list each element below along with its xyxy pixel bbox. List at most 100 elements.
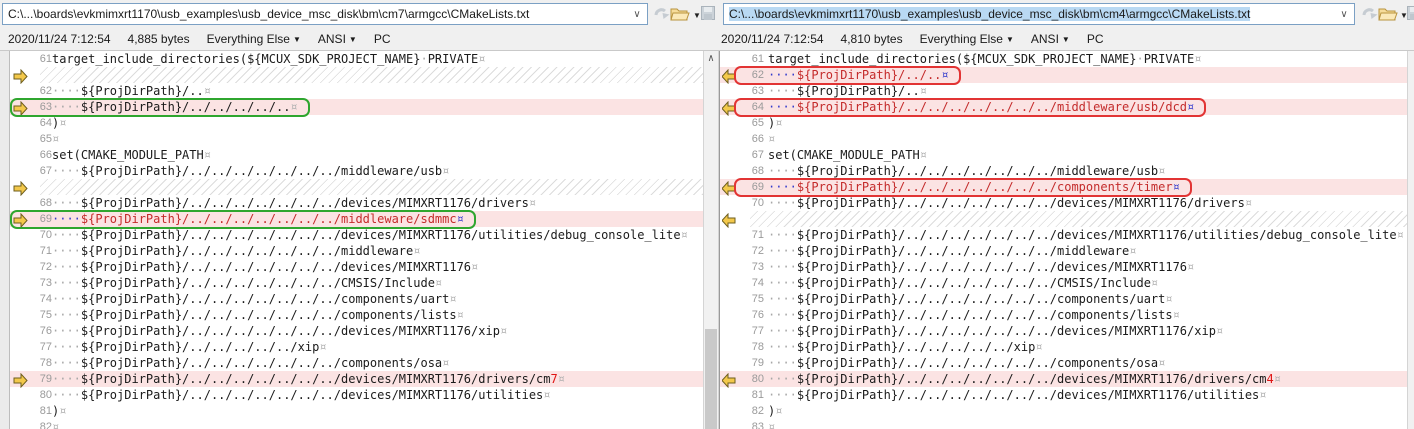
- code-line[interactable]: 69····${ProjDirPath}/../../../../../../.…: [10, 211, 703, 227]
- code-line[interactable]: 72····${ProjDirPath}/../../../../../../.…: [720, 243, 1407, 259]
- combo-dropdown-icon-right[interactable]: ∨: [1334, 9, 1354, 20]
- save-icon-right[interactable]: [1407, 6, 1414, 25]
- folder-glyph: [1378, 6, 1398, 21]
- code-text: ····${ProjDirPath}/../../../../../../../…: [52, 259, 478, 275]
- code-line[interactable]: 74····${ProjDirPath}/../../../../../../.…: [10, 291, 703, 307]
- merge-arrow-icon[interactable]: [722, 101, 737, 120]
- merge-arrow-icon[interactable]: [13, 213, 28, 232]
- filter-dropdown-right[interactable]: Everything Else▼: [920, 32, 1014, 46]
- line-number: 62: [24, 83, 52, 99]
- missing-line-placeholder[interactable]: [720, 211, 1407, 227]
- folder-open-icon-right[interactable]: [1378, 6, 1398, 26]
- code-line[interactable]: 83¤: [720, 419, 1407, 429]
- reload-arrow-icon-right[interactable]: [1360, 6, 1378, 28]
- merge-arrow-icon[interactable]: [13, 69, 28, 88]
- scrollbar-right-pane[interactable]: [1407, 51, 1414, 429]
- merge-arrow-icon[interactable]: [722, 69, 737, 88]
- code-text: ····${ProjDirPath}/../../../../../../../…: [52, 323, 507, 339]
- folder-open-icon-left[interactable]: [670, 6, 690, 26]
- missing-line-placeholder[interactable]: [10, 179, 703, 195]
- code-line[interactable]: 78····${ProjDirPath}/../../../../../../.…: [10, 355, 703, 371]
- merge-arrow-icon[interactable]: [722, 213, 737, 232]
- scroll-up-icon[interactable]: ∧: [704, 51, 718, 67]
- file-info-bar-right: 2020/11/24 7:12:54 4,810 bytes Everythin…: [721, 31, 1104, 47]
- code-line[interactable]: 76····${ProjDirPath}/../../../../../../.…: [10, 323, 703, 339]
- code-line[interactable]: 66¤: [720, 131, 1407, 147]
- diff-locator-strip[interactable]: [0, 51, 10, 429]
- merge-arrow-icon[interactable]: [13, 181, 28, 200]
- code-line[interactable]: 73····${ProjDirPath}/../../../../../../.…: [720, 259, 1407, 275]
- code-text: ¤: [768, 419, 775, 429]
- hatch-pattern: [40, 179, 703, 195]
- merge-arrow-icon[interactable]: [13, 101, 28, 120]
- file-path-right[interactable]: C:\...\boards\evkmimxrt1170\usb_examples…: [724, 7, 1334, 21]
- encoding-dropdown-left[interactable]: ANSI▼: [318, 32, 357, 46]
- line-number: 61: [24, 51, 52, 67]
- code-line[interactable]: 74····${ProjDirPath}/../../../../../../.…: [720, 275, 1407, 291]
- code-line[interactable]: 75····${ProjDirPath}/../../../../../../.…: [10, 307, 703, 323]
- code-line[interactable]: 61target_include_directories(${MCUX_SDK_…: [10, 51, 703, 67]
- filter-dropdown-left[interactable]: Everything Else▼: [207, 32, 301, 46]
- code-line[interactable]: 65)¤: [720, 115, 1407, 131]
- code-line[interactable]: 81····${ProjDirPath}/../../../../../../.…: [720, 387, 1407, 403]
- code-line[interactable]: 67set(CMAKE_MODULE_PATH¤: [720, 147, 1407, 163]
- merge-arrow-icon[interactable]: [722, 373, 737, 392]
- code-line[interactable]: 77····${ProjDirPath}/../../../../../../.…: [720, 323, 1407, 339]
- code-line[interactable]: 78····${ProjDirPath}/../../../../../xip¤: [720, 339, 1407, 355]
- code-line[interactable]: 64)¤: [10, 115, 703, 131]
- merge-arrow-icon[interactable]: [13, 373, 28, 392]
- code-text: ····${ProjDirPath}/../../../../../../../…: [768, 163, 1165, 179]
- folder-dropdown-icon-left[interactable]: ▼: [693, 12, 701, 20]
- code-line[interactable]: 63····${ProjDirPath}/../../../../..¤: [10, 99, 703, 115]
- code-line[interactable]: 66set(CMAKE_MODULE_PATH¤: [10, 147, 703, 163]
- code-line[interactable]: 68····${ProjDirPath}/../../../../../../.…: [10, 195, 703, 211]
- scrollbar-thumb[interactable]: [705, 329, 717, 429]
- code-line[interactable]: 69····${ProjDirPath}/../../../../../../.…: [720, 179, 1407, 195]
- code-line[interactable]: 72····${ProjDirPath}/../../../../../../.…: [10, 259, 703, 275]
- file-path-combobox-right[interactable]: C:\...\boards\evkmimxrt1170\usb_examples…: [723, 3, 1355, 25]
- reload-arrow-icon-left[interactable]: [652, 6, 670, 28]
- code-text: ····${ProjDirPath}/../../../../../../../…: [768, 291, 1173, 307]
- code-line[interactable]: 80····${ProjDirPath}/../../../../../../.…: [720, 371, 1407, 387]
- code-line[interactable]: 70····${ProjDirPath}/../../../../../../.…: [10, 227, 703, 243]
- scrollbar-left-pane[interactable]: ∧: [703, 51, 719, 429]
- code-line[interactable]: 65¤: [10, 131, 703, 147]
- code-line[interactable]: 61target_include_directories(${MCUX_SDK_…: [720, 51, 1407, 67]
- code-line[interactable]: 77····${ProjDirPath}/../../../../../xip¤: [10, 339, 703, 355]
- encoding-dropdown-right[interactable]: ANSI▼: [1031, 32, 1070, 46]
- code-pane-right[interactable]: 61target_include_directories(${MCUX_SDK_…: [720, 51, 1407, 429]
- code-line[interactable]: 71····${ProjDirPath}/../../../../../../.…: [10, 243, 703, 259]
- code-line[interactable]: 82¤: [10, 419, 703, 429]
- code-line[interactable]: 75····${ProjDirPath}/../../../../../../.…: [720, 291, 1407, 307]
- merge-arrow-icon[interactable]: [722, 181, 737, 200]
- code-line[interactable]: 63····${ProjDirPath}/..¤: [720, 83, 1407, 99]
- code-line[interactable]: 71····${ProjDirPath}/../../../../../../.…: [720, 227, 1407, 243]
- code-text: ····${ProjDirPath}/../../../../../../../…: [768, 227, 1404, 243]
- file-info-bar-left: 2020/11/24 7:12:54 4,885 bytes Everythin…: [8, 31, 391, 47]
- caret-down-icon: ▼: [1006, 35, 1014, 44]
- combo-dropdown-icon-left[interactable]: ∨: [627, 9, 647, 20]
- line-number: 82: [736, 403, 764, 419]
- code-line[interactable]: 79····${ProjDirPath}/../../../../../../.…: [10, 371, 703, 387]
- code-pane-left[interactable]: 61target_include_directories(${MCUX_SDK_…: [10, 51, 703, 429]
- code-line[interactable]: 64····${ProjDirPath}/../../../../../../.…: [720, 99, 1407, 115]
- code-line[interactable]: 82)¤: [720, 403, 1407, 419]
- code-line[interactable]: 68····${ProjDirPath}/../../../../../../.…: [720, 163, 1407, 179]
- code-text: ····${ProjDirPath}/../..¤: [768, 67, 949, 83]
- save-icon-left[interactable]: [701, 6, 715, 25]
- code-line[interactable]: 80····${ProjDirPath}/../../../../../../.…: [10, 387, 703, 403]
- code-line[interactable]: 62····${ProjDirPath}/..¤: [10, 83, 703, 99]
- code-line[interactable]: 62····${ProjDirPath}/../..¤: [720, 67, 1407, 83]
- code-text: ····${ProjDirPath}/../../../../../../../…: [768, 99, 1194, 115]
- code-line[interactable]: 81)¤: [10, 403, 703, 419]
- code-text: target_include_directories(${MCUX_SDK_PR…: [52, 51, 486, 67]
- file-path-combobox-left[interactable]: C:\...\boards\evkmimxrt1170\usb_examples…: [2, 3, 648, 25]
- missing-line-placeholder[interactable]: [10, 67, 703, 83]
- code-line[interactable]: 67····${ProjDirPath}/../../../../../../.…: [10, 163, 703, 179]
- code-line[interactable]: 79····${ProjDirPath}/../../../../../../.…: [720, 355, 1407, 371]
- file-path-left[interactable]: C:\...\boards\evkmimxrt1170\usb_examples…: [3, 7, 627, 21]
- code-line[interactable]: 70····${ProjDirPath}/../../../../../../.…: [720, 195, 1407, 211]
- code-line[interactable]: 73····${ProjDirPath}/../../../../../../.…: [10, 275, 703, 291]
- code-text: target_include_directories(${MCUX_SDK_PR…: [768, 51, 1202, 67]
- code-line[interactable]: 76····${ProjDirPath}/../../../../../../.…: [720, 307, 1407, 323]
